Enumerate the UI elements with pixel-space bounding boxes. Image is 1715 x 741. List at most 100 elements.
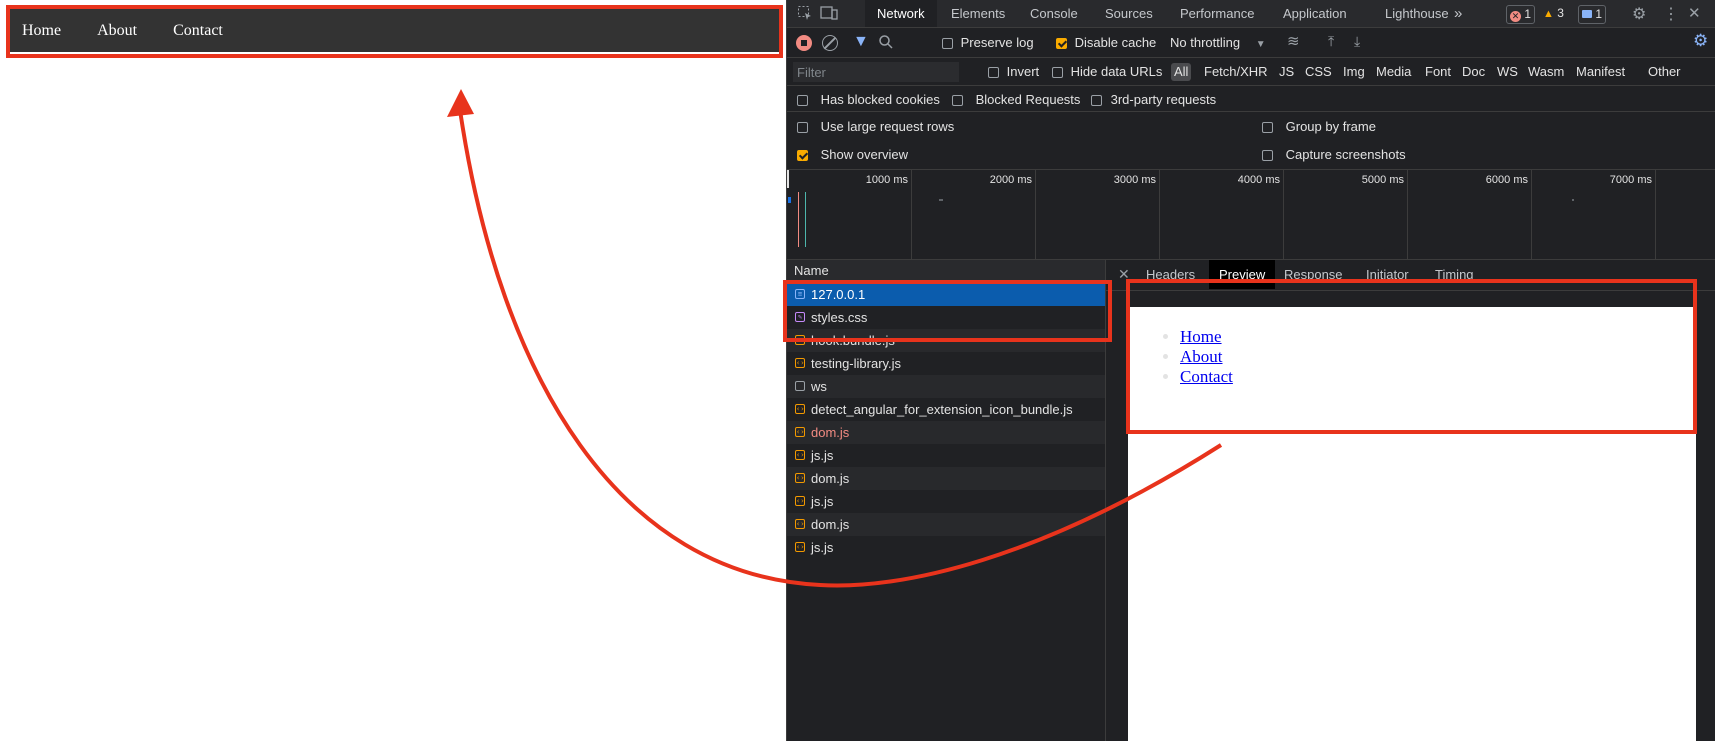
tab-timing[interactable]: Timing	[1425, 260, 1484, 289]
gear-icon[interactable]: ⚙	[1632, 4, 1646, 24]
tab-sources[interactable]: Sources	[1093, 0, 1165, 27]
name-column-header[interactable]: Name	[787, 260, 1105, 283]
invert-checkbox[interactable]: Invert	[988, 64, 1039, 79]
filter-bar: Invert Hide data URLs All Fetch/XHR JS C…	[787, 58, 1715, 86]
type-filter-ws[interactable]: WS	[1497, 63, 1518, 81]
request-row[interactable]: ≡ 127.0.0.1	[787, 283, 1105, 306]
network-overview-timeline[interactable]: 1000 ms 2000 ms 3000 ms 4000 ms 5000 ms …	[787, 170, 1715, 260]
clear-icon[interactable]	[822, 35, 838, 51]
tick-label: 4000 ms	[1237, 174, 1280, 186]
tab-headers[interactable]: Headers	[1136, 260, 1205, 289]
import-har-icon[interactable]: ⤒	[1328, 33, 1334, 50]
request-row[interactable]: ✎ styles.css	[787, 306, 1105, 329]
blocked-filter-bar: Has blocked cookies Blocked Requests 3rd…	[787, 86, 1715, 112]
type-filter-wasm[interactable]: Wasm	[1528, 63, 1564, 81]
type-filter-font[interactable]: Font	[1425, 63, 1451, 81]
request-row[interactable]: ‹› dom.js	[787, 513, 1105, 536]
overview-bar-red	[798, 192, 799, 247]
tab-performance[interactable]: Performance	[1168, 0, 1266, 27]
close-devtools-icon[interactable]: ✕	[1688, 4, 1701, 22]
request-row[interactable]: ‹› js.js	[787, 490, 1105, 513]
type-filter-fetch-xhr[interactable]: Fetch/XHR	[1204, 63, 1268, 81]
search-icon[interactable]	[878, 34, 894, 53]
network-conditions-icon[interactable]: ≋	[1287, 32, 1300, 50]
capture-screenshots-box	[1262, 150, 1273, 162]
double-chevron-icon[interactable]: »	[1454, 5, 1462, 22]
capture-screenshots-checkbox[interactable]: Capture screenshots	[1262, 147, 1406, 162]
request-row[interactable]: ‹› js.js	[787, 536, 1105, 559]
tab-response[interactable]: Response	[1274, 260, 1353, 289]
preview-link-contact[interactable]: Contact	[1180, 367, 1233, 386]
filter-input[interactable]	[793, 62, 959, 82]
hide-data-urls-checkbox[interactable]: Hide data URLs	[1052, 64, 1162, 79]
overview-window-handle[interactable]	[787, 170, 789, 188]
warning-count: 3	[1557, 6, 1564, 20]
error-icon: ✕	[1510, 11, 1521, 22]
use-large-rows-checkbox[interactable]: Use large request rows	[797, 119, 954, 134]
request-detail: ✕ Headers Preview Response Initiator Tim…	[1106, 260, 1715, 741]
request-rows: ≡ 127.0.0.1 ✎ styles.css ‹› hook.bundle.js ‹› t…	[787, 283, 1105, 559]
throttling-value: No throttling	[1170, 35, 1241, 50]
js-file-icon: ‹›	[795, 496, 805, 506]
type-filter-other[interactable]: Other	[1648, 63, 1681, 81]
throttling-select[interactable]: No throttling ▼	[1170, 35, 1266, 50]
request-row[interactable]: ws	[787, 375, 1105, 398]
request-name: dom.js	[811, 425, 850, 440]
network-toolbar: ▼ Preserve log Disable cache No throttli…	[787, 28, 1715, 58]
inspect-element-icon[interactable]	[797, 5, 813, 21]
group-by-frame-checkbox[interactable]: Group by frame	[1262, 119, 1376, 134]
preview-list: Home About Contact	[1128, 307, 1696, 387]
warning-count-badge[interactable]: ▲ 3	[1540, 5, 1567, 22]
nav-link-about[interactable]: About	[97, 22, 137, 40]
more-options-icon[interactable]: ⋮	[1663, 4, 1679, 24]
tick-label: 7000 ms	[1609, 174, 1652, 186]
nav-link-home[interactable]: Home	[22, 22, 61, 40]
request-name: js.js	[811, 540, 834, 555]
device-toolbar-icon[interactable]	[820, 5, 838, 21]
type-filter-media[interactable]: Media	[1376, 63, 1411, 81]
preview-link-about[interactable]: About	[1180, 347, 1223, 366]
preserve-log-checkbox[interactable]: Preserve log	[942, 35, 1034, 50]
show-overview-label: Show overview	[820, 147, 909, 162]
close-detail-icon[interactable]: ✕	[1118, 266, 1130, 283]
tab-console[interactable]: Console	[1018, 0, 1090, 27]
request-name: testing-library.js	[811, 356, 902, 371]
show-overview-checkbox[interactable]: Show overview	[797, 147, 908, 162]
preview-link-home[interactable]: Home	[1180, 327, 1222, 346]
error-count-badge[interactable]: ✕ 1	[1506, 5, 1536, 24]
message-count-badge[interactable]: 1	[1578, 5, 1607, 24]
network-settings-gear-icon[interactable]: ⚙	[1693, 31, 1708, 51]
tab-elements[interactable]: Elements	[939, 0, 1017, 27]
tab-initiator[interactable]: Initiator	[1356, 260, 1419, 289]
request-row[interactable]: ‹› testing-library.js	[787, 352, 1105, 375]
record-stop-icon[interactable]	[796, 35, 812, 51]
third-party-checkbox[interactable]: 3rd-party requests	[1091, 92, 1216, 107]
request-row[interactable]: ‹› dom.js	[787, 467, 1105, 490]
blocked-requests-checkbox[interactable]: Blocked Requests	[952, 92, 1080, 107]
tab-network[interactable]: Network	[865, 0, 937, 27]
network-settings-pane: Use large request rows Group by frame Sh…	[787, 112, 1715, 170]
request-row[interactable]: ‹› hook.bundle.js	[787, 329, 1105, 352]
js-file-icon: ‹›	[795, 358, 805, 368]
tab-application[interactable]: Application	[1271, 0, 1359, 27]
third-party-box	[1091, 95, 1102, 107]
has-blocked-cookies-checkbox[interactable]: Has blocked cookies	[797, 92, 940, 107]
tab-lighthouse[interactable]: Lighthouse	[1373, 0, 1461, 27]
export-har-icon[interactable]: ⤓	[1354, 33, 1360, 50]
type-filter-js[interactable]: JS	[1279, 63, 1294, 81]
request-row[interactable]: ‹› detect_angular_for_extension_icon_bund…	[787, 398, 1105, 421]
disable-cache-checkbox[interactable]: Disable cache	[1056, 35, 1156, 50]
tab-preview[interactable]: Preview	[1209, 260, 1276, 289]
type-filter-manifest[interactable]: Manifest	[1576, 63, 1625, 81]
type-filter-css[interactable]: CSS	[1305, 63, 1332, 81]
type-filter-img[interactable]: Img	[1343, 63, 1365, 81]
request-row[interactable]: ‹› dom.js	[787, 421, 1105, 444]
type-filter-all[interactable]: All	[1171, 63, 1192, 81]
tick-line	[1531, 170, 1532, 260]
ws-file-icon	[795, 381, 805, 391]
request-name: dom.js	[811, 517, 850, 532]
nav-link-contact[interactable]: Contact	[173, 22, 223, 40]
request-row[interactable]: ‹› js.js	[787, 444, 1105, 467]
filter-icon[interactable]: ▼	[853, 33, 869, 51]
type-filter-doc[interactable]: Doc	[1462, 63, 1485, 81]
